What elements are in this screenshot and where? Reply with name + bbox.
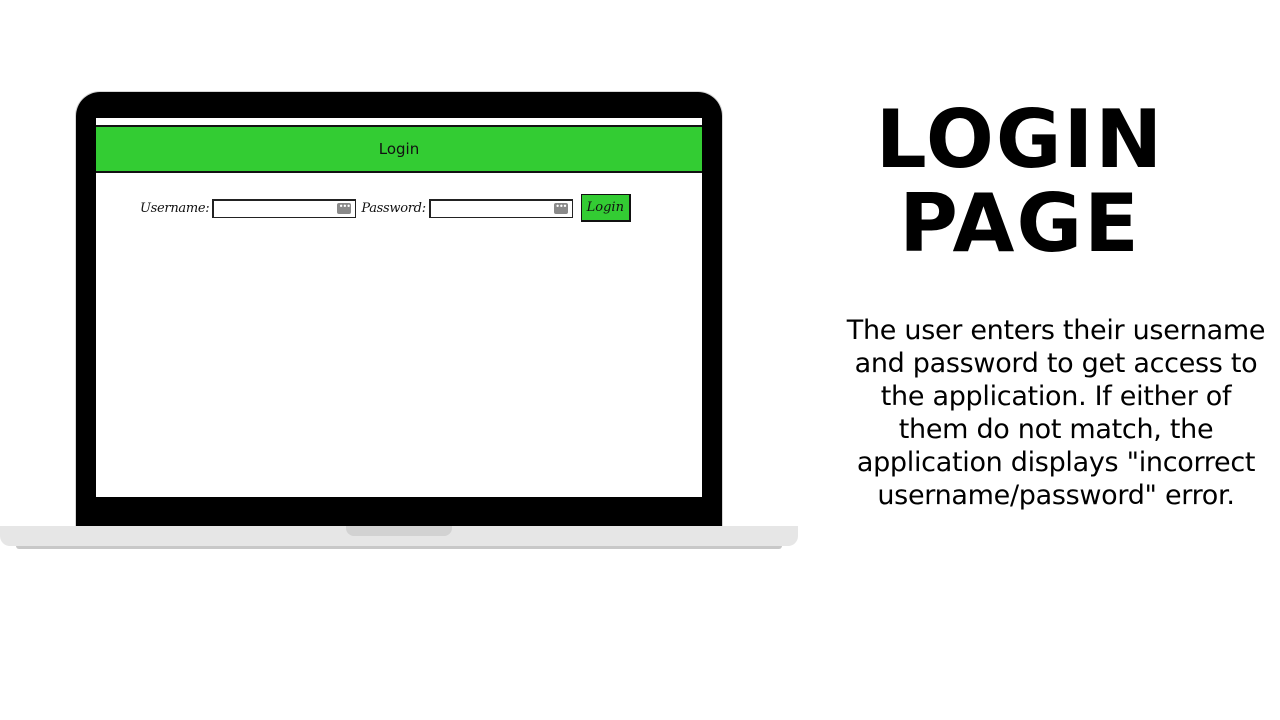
- page-title-line1: LOGIN: [875, 93, 1165, 186]
- login-button[interactable]: Login: [580, 194, 631, 222]
- page-title-line2: PAGE: [899, 177, 1141, 270]
- username-input[interactable]: [214, 200, 339, 216]
- laptop-base-shadow: [16, 546, 782, 549]
- password-input[interactable]: [430, 200, 555, 216]
- username-field[interactable]: •••: [212, 198, 357, 218]
- username-label: Username:: [140, 200, 210, 216]
- key-autofill-icon[interactable]: •••: [553, 202, 568, 214]
- app-header: Login: [96, 125, 702, 173]
- laptop-notch: [346, 526, 452, 536]
- password-label: Password:: [361, 200, 426, 216]
- app-header-title: Login: [378, 140, 420, 158]
- key-autofill-icon[interactable]: •••: [337, 202, 352, 214]
- app-screen: Login Username: ••• Password: ••• Login: [96, 118, 702, 497]
- login-form: Username: ••• Password: ••• Login: [140, 194, 631, 222]
- password-field[interactable]: •••: [428, 198, 573, 218]
- page-description: The user enters their username and passw…: [846, 315, 1266, 511]
- page-title: LOGIN PAGE: [820, 98, 1220, 266]
